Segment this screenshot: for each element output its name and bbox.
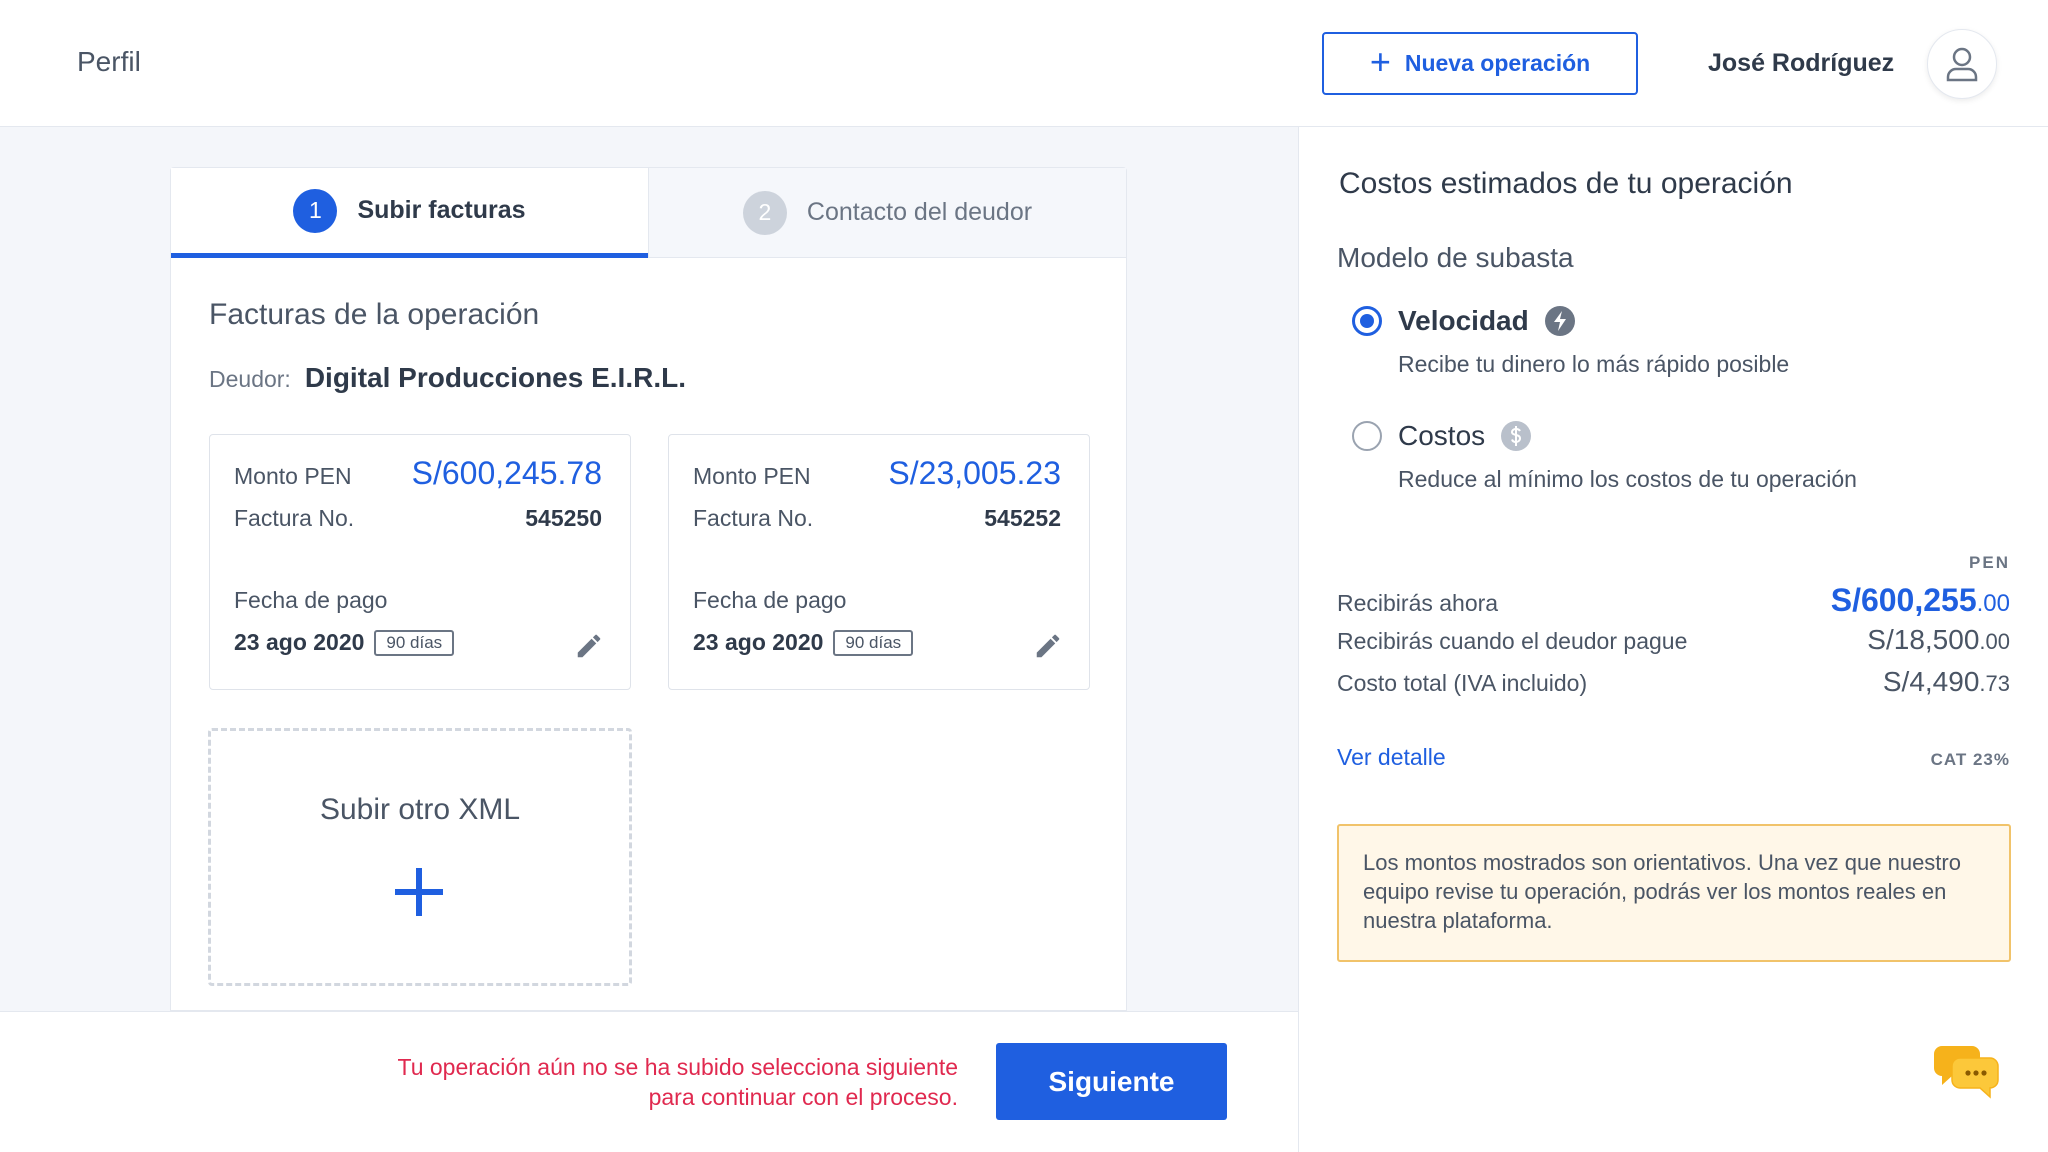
value-main: S/18,500 <box>1867 624 1980 655</box>
summary-value: S/18,500.00 <box>1867 624 2010 656</box>
option-desc: Recibe tu dinero lo más rápido posible <box>1398 351 1790 377</box>
amount-label: Monto PEN <box>693 463 811 489</box>
summary-row: Recibirás ahora S/600,255.00 <box>1337 582 2010 619</box>
tab-upload-invoices[interactable]: 1 Subir facturas <box>171 168 648 258</box>
summary-row: Costo total (IVA incluido) S/4,490.73 <box>1337 666 2010 698</box>
tab-debtor-contact[interactable]: 2 Contacto del deudor <box>648 168 1126 258</box>
invoice-card: Monto PEN S/600,245.78 Factura No. 54525… <box>209 434 631 690</box>
notice-box: Los montos mostrados son orientativos. U… <box>1337 824 2011 962</box>
top-bar: Perfil + Nueva operación José Rodríguez <box>0 0 2048 127</box>
pencil-icon[interactable] <box>574 631 604 661</box>
days-badge: 90 días <box>833 629 914 656</box>
warning-line: para continuar con el proceso. <box>648 1084 958 1110</box>
value-cents: .00 <box>1979 629 2010 654</box>
cost-panel: Costos estimados de tu operación Modelo … <box>1298 127 2048 1152</box>
lightning-icon <box>1544 306 1575 336</box>
chat-icon <box>1934 1046 1999 1099</box>
warning-line: Tu operación aún no se ha subido selecci… <box>397 1054 958 1080</box>
panel-title: Costos estimados de tu operación <box>1339 167 1793 200</box>
summary-label: Costo total (IVA incluido) <box>1337 670 1588 696</box>
step-number: 1 <box>293 188 338 233</box>
option-name: Costos <box>1398 420 1486 451</box>
user-name: José Rodríguez <box>1708 49 1895 77</box>
debtor-name: Digital Producciones E.I.R.L. <box>304 362 686 393</box>
profile-link[interactable]: Perfil <box>77 46 141 78</box>
summary-value: S/4,490.73 <box>1883 666 2010 698</box>
value-cents: .73 <box>1979 671 2010 696</box>
cat-label: CAT 23% <box>1930 750 2010 769</box>
new-operation-label: Nueva operación <box>1404 50 1591 76</box>
pay-date-value: 23 ago 2020 <box>693 629 824 655</box>
pay-date-label: Fecha de pago <box>234 587 388 613</box>
operation-card: 1 Subir facturas 2 Contacto del deudor F… <box>170 167 1127 1011</box>
summary-value: S/600,255.00 <box>1831 582 2010 619</box>
chat-button[interactable] <box>1934 1042 2000 1105</box>
step-tabs: 1 Subir facturas 2 Contacto del deudor <box>171 168 1126 258</box>
invoice-number: 545250 <box>525 505 602 531</box>
pay-date-label: Fecha de pago <box>693 587 847 613</box>
invoice-card: Monto PEN S/23,005.23 Factura No. 545252… <box>668 434 1090 690</box>
tab-label: Subir facturas <box>357 196 526 224</box>
summary-label: Recibirás cuando el deudor pague <box>1337 628 1688 654</box>
plus-icon: + <box>1369 40 1391 82</box>
value-main: S/4,490 <box>1882 666 1980 697</box>
invoice-number-label: Factura No. <box>693 505 814 531</box>
invoice-number: 545252 <box>984 505 1061 531</box>
user-icon <box>1946 47 1978 82</box>
dollar-icon <box>1501 421 1532 451</box>
days-badge: 90 días <box>374 629 455 656</box>
upload-xml-dropzone[interactable]: Subir otro XML <box>208 728 632 986</box>
debtor-label: Deudor: <box>209 366 291 392</box>
option-name: Velocidad <box>1398 305 1529 336</box>
value-cents: .00 <box>1976 590 2010 617</box>
view-detail-link[interactable]: Ver detalle <box>1337 744 1446 771</box>
auction-model-title: Modelo de subasta <box>1337 242 1574 273</box>
radio-velocidad[interactable] <box>1352 306 1382 336</box>
option-velocidad[interactable]: Velocidad Recibe tu dinero lo más rápido… <box>1352 305 1789 378</box>
value-main: S/600,255 <box>1830 582 1977 618</box>
upload-warning: Tu operación aún no se ha subido selecci… <box>398 1052 958 1112</box>
section-title: Facturas de la operación <box>209 298 540 331</box>
new-operation-button[interactable]: + Nueva operación <box>1322 32 1638 95</box>
option-costos[interactable]: Costos Reduce al mínimo los costos de tu… <box>1352 420 1857 493</box>
pay-date: 23 ago 2020 90 días <box>234 629 455 656</box>
pay-date-value: 23 ago 2020 <box>234 629 365 655</box>
option-desc: Reduce al mínimo los costos de tu operac… <box>1398 466 1857 492</box>
tab-label: Contacto del deudor <box>806 198 1033 226</box>
currency-label: PEN <box>1969 553 2010 572</box>
debtor-info: Deudor: Digital Producciones E.I.R.L. <box>209 362 686 394</box>
amount-label: Monto PEN <box>234 463 352 489</box>
avatar[interactable] <box>1927 29 1997 99</box>
bottom-action-bar: Tu operación aún no se ha subido selecci… <box>0 1011 1298 1152</box>
step-number: 2 <box>742 190 787 235</box>
next-button[interactable]: Siguiente <box>996 1043 1227 1120</box>
invoice-amount: S/600,245.78 <box>411 455 602 491</box>
plus-icon <box>395 868 443 916</box>
invoice-number-label: Factura No. <box>234 505 355 531</box>
pay-date: 23 ago 2020 90 días <box>693 629 914 656</box>
summary-label: Recibirás ahora <box>1337 590 1499 616</box>
summary-row: Recibirás cuando el deudor pague S/18,50… <box>1337 624 2010 656</box>
pencil-icon[interactable] <box>1033 631 1063 661</box>
upload-label: Subir otro XML <box>319 793 521 826</box>
radio-costos[interactable] <box>1352 421 1382 451</box>
invoice-amount: S/23,005.23 <box>888 455 1061 491</box>
